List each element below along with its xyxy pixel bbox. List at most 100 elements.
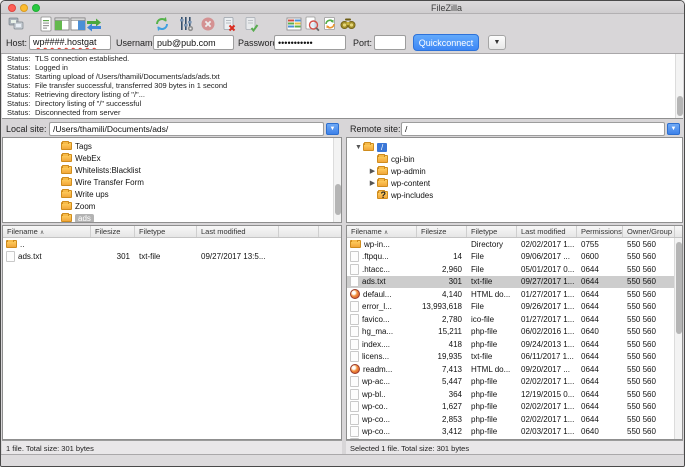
cancel-icon[interactable] — [199, 15, 217, 32]
column-header-owner[interactable]: Owner/Group — [623, 226, 675, 237]
column-header-filename[interactable]: Filename∧ — [347, 226, 417, 237]
remote-tree-item[interactable]: wp-includes — [347, 189, 682, 201]
column-header-empty — [279, 226, 319, 237]
folder-icon — [377, 167, 388, 175]
close-window-button[interactable] — [8, 4, 16, 12]
log-line: Status:File transfer successful, transfe… — [2, 81, 683, 90]
file-row[interactable]: favico... 2,780 ico-file 01/27/2017 1...… — [347, 313, 682, 326]
password-input[interactable] — [274, 35, 346, 50]
remote-list-scrollbar[interactable] — [674, 238, 682, 439]
site-manager-icon[interactable] — [7, 15, 25, 32]
file-row[interactable]: error_l... 13,993,618 File 09/26/2017 1.… — [347, 301, 682, 314]
file-row[interactable]: index.... 418 php-file 09/24/2013 1... 0… — [347, 338, 682, 351]
file-row[interactable]: defaul... 4,140 HTML do... 01/27/2017 1.… — [347, 288, 682, 301]
expanded-icon[interactable]: ▼ — [354, 144, 363, 151]
find-files-icon[interactable] — [339, 15, 357, 32]
remote-tree-item[interactable]: ▶ wp-admin — [347, 165, 682, 177]
column-header-empty — [675, 226, 682, 237]
column-header-modified[interactable]: Last modified — [517, 226, 577, 237]
sort-asc-icon: ∧ — [384, 230, 388, 236]
folder-icon — [61, 154, 72, 162]
filter-icon[interactable] — [177, 15, 195, 32]
synchronized-browsing-icon[interactable] — [321, 15, 339, 32]
remote-list-header: Filename∧ Filesize Filetype Last modifie… — [347, 226, 682, 238]
collapsed-icon[interactable]: ▶ — [368, 179, 377, 187]
column-header-filetype[interactable]: Filetype — [467, 226, 517, 237]
column-header-filesize[interactable]: Filesize — [91, 226, 135, 237]
transfer-queue-icon[interactable] — [85, 15, 103, 32]
local-status-bar: 1 file. Total size: 301 bytes — [2, 440, 342, 454]
local-tree-item[interactable]: WebEx — [3, 152, 341, 164]
file-icon — [350, 376, 359, 387]
remote-site-label: Remote site: — [350, 124, 401, 134]
file-row-selected[interactable]: ads.txt 301 txt-file 09/27/2017 1... 064… — [347, 276, 682, 289]
remote-status-bar: Selected 1 file. Total size: 301 bytes — [346, 440, 683, 454]
file-row[interactable]: ads.txt 301 txt-file 09/27/2017 13:5... — [3, 251, 341, 264]
log-scrollbar[interactable] — [675, 54, 683, 118]
remote-site-dropdown-icon[interactable]: ▼ — [667, 123, 680, 135]
host-input[interactable]: wp####.hostgat — [29, 35, 111, 50]
collapsed-icon[interactable]: ▶ — [368, 167, 377, 175]
host-label: Host: — [6, 38, 27, 48]
quickconnect-bar: Host: wp####.hostgat Username Password: … — [1, 32, 684, 54]
file-row[interactable]: wp-co.. 1,627 php-file 02/02/2017 1... 0… — [347, 401, 682, 414]
folder-icon — [61, 214, 72, 222]
local-tree-item[interactable]: Wire Transfer Form — [3, 176, 341, 188]
file-row[interactable]: .ftpqu... 14 File 09/06/2017 ... 0600 55… — [347, 251, 682, 264]
file-row[interactable]: wp-ac... 5,447 php-file 02/02/2017 1... … — [347, 376, 682, 389]
file-row[interactable]: licens... 19,935 txt-file 06/11/2017 1..… — [347, 351, 682, 364]
file-row[interactable]: .htacc... 2,960 File 05/01/2017 0... 064… — [347, 263, 682, 276]
file-row[interactable]: readm... 7,413 HTML do... 09/20/2017 ...… — [347, 363, 682, 376]
log-line: Status:Directory listing of "/" successf… — [2, 99, 683, 108]
file-icon — [350, 351, 359, 362]
html-doc-icon — [350, 289, 360, 299]
file-icon — [350, 401, 359, 412]
local-tree-item[interactable]: Whitelists:Blacklist — [3, 164, 341, 176]
refresh-icon[interactable] — [153, 15, 171, 32]
port-input[interactable] — [374, 35, 406, 50]
remote-directory-tree: ▼ / cgi-bin ▶ wp-admin ▶ wp-con — [346, 137, 683, 223]
local-file-list: Filename∧ Filesize Filetype Last modifie… — [2, 225, 342, 440]
file-row[interactable]: hg_ma... 15,211 php-file 06/02/2016 1...… — [347, 326, 682, 339]
column-header-filetype[interactable]: Filetype — [135, 226, 197, 237]
local-tree-item-selected[interactable]: ads — [3, 212, 341, 223]
local-tree-item[interactable]: Zoom — [3, 200, 341, 212]
column-header-permissions[interactable]: Permissions — [577, 226, 623, 237]
disconnect-icon[interactable] — [220, 15, 238, 32]
username-input[interactable] — [153, 35, 234, 50]
file-search-icon[interactable] — [303, 15, 321, 32]
file-icon — [350, 276, 359, 287]
minimize-window-button[interactable] — [20, 4, 28, 12]
quickconnect-dropdown-icon[interactable]: ▼ — [488, 35, 506, 50]
directory-comparison-icon[interactable] — [285, 15, 303, 32]
file-row-parent-dir[interactable]: .. — [3, 238, 341, 251]
remote-tree-item[interactable]: cgi-bin — [347, 153, 682, 165]
folder-icon — [377, 155, 388, 163]
local-tree-item[interactable]: Write ups — [3, 188, 341, 200]
column-header-filesize[interactable]: Filesize — [417, 226, 467, 237]
column-header-modified[interactable]: Last modified — [197, 226, 279, 237]
column-header-empty — [319, 226, 341, 237]
file-row[interactable]: wp-co... 3,412 php-file 02/03/2017 1... … — [347, 426, 682, 439]
remote-site-path-input[interactable] — [401, 122, 665, 136]
local-tree-item[interactable]: Tags — [3, 140, 341, 152]
file-row[interactable]: wp-bl.. 364 php-file 12/19/2015 0... 064… — [347, 388, 682, 401]
window-title: FileZilla — [431, 3, 462, 13]
local-site-dropdown-icon[interactable]: ▼ — [326, 123, 339, 135]
local-list-header: Filename∧ Filesize Filetype Last modifie… — [3, 226, 341, 238]
local-site-path-input[interactable] — [49, 122, 324, 136]
reconnect-icon[interactable] — [242, 15, 260, 32]
remote-tree-item[interactable]: ▶ wp-content — [347, 177, 682, 189]
folder-question-icon — [377, 191, 388, 199]
local-tree-scrollbar[interactable] — [333, 138, 341, 222]
folder-icon — [61, 178, 72, 186]
port-label: Port: — [353, 38, 372, 48]
column-header-filename[interactable]: Filename∧ — [3, 226, 91, 237]
log-line: Status:Disconnected from server — [2, 108, 683, 117]
quickconnect-button[interactable]: Quickconnect — [413, 34, 479, 51]
file-row[interactable]: wp-co... 2,853 php-file 02/02/2017 1... … — [347, 413, 682, 426]
remote-tree-item-selected[interactable]: ▼ / — [347, 141, 682, 153]
file-row[interactable]: wp-in... Directory 02/02/2017 1... 0755 … — [347, 238, 682, 251]
zoom-window-button[interactable] — [32, 4, 40, 12]
local-site-bar: Local site: ▼ — [2, 120, 342, 137]
